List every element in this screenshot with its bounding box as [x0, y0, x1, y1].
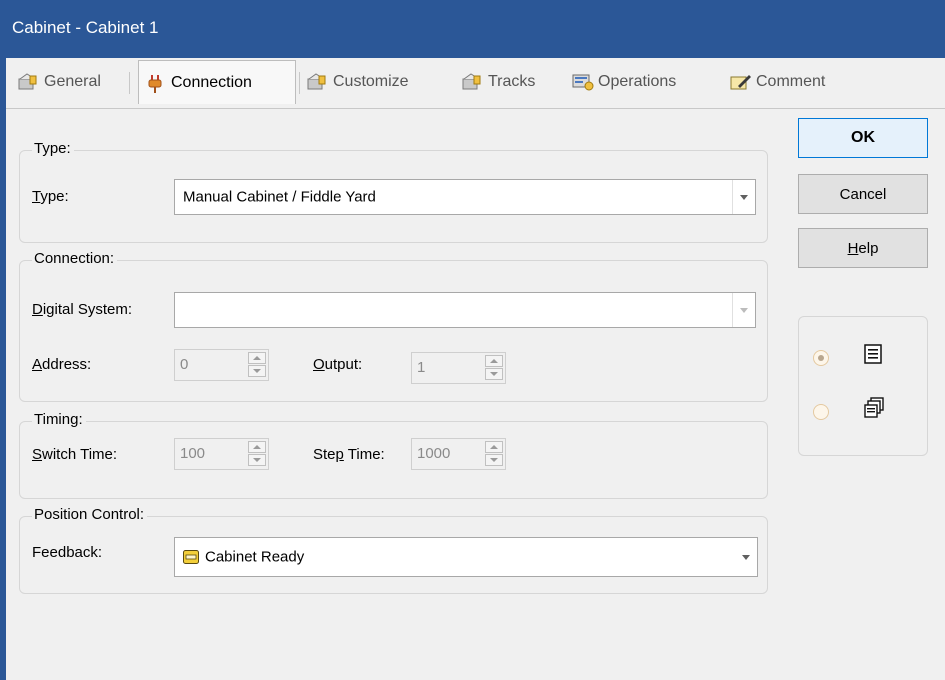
multi-window-radio[interactable]	[813, 404, 829, 420]
tab-separator	[299, 72, 300, 94]
help-button[interactable]: Help	[798, 228, 928, 268]
spin-down-icon[interactable]	[248, 454, 266, 466]
chevron-down-icon[interactable]	[735, 538, 757, 576]
switch-time-value: 100	[180, 445, 206, 462]
output-value: 1	[417, 359, 426, 376]
type-group-title: Type:	[32, 140, 74, 157]
type-dropdown[interactable]: Manual Cabinet / Fiddle Yard	[174, 179, 756, 215]
address-value: 0	[180, 356, 189, 373]
step-time-value: 1000	[417, 445, 451, 462]
list-view-icon	[863, 344, 883, 364]
type-label: Type:	[32, 188, 69, 205]
spin-up-icon[interactable]	[485, 441, 503, 453]
general-icon	[18, 73, 38, 91]
tab-comment[interactable]: Comment	[730, 62, 825, 102]
address-label: Address:	[32, 356, 92, 373]
operations-icon	[572, 73, 594, 91]
switch-time-stepper-buttons	[248, 441, 266, 467]
switch-time-stepper[interactable]: 100	[174, 438, 269, 470]
tab-connection[interactable]: Connection	[138, 60, 296, 104]
feedback-label: Feedback:	[32, 544, 103, 561]
tab-operations-label: Operations	[598, 73, 677, 90]
customize-icon	[307, 73, 327, 91]
step-time-stepper[interactable]: 1000	[411, 438, 506, 470]
type-dropdown-value: Manual Cabinet / Fiddle Yard	[183, 188, 376, 206]
spin-down-icon[interactable]	[485, 368, 503, 380]
feedback-dropdown-value: Cabinet Ready	[205, 548, 305, 566]
tab-connection-label: Connection	[171, 73, 252, 91]
title-bar: Cabinet - Cabinet 1	[0, 0, 945, 58]
digital-system-label: Digital System:	[32, 301, 133, 318]
tab-general-label: General	[44, 73, 101, 90]
feedback-sensor-icon	[183, 550, 199, 564]
output-label: Output:	[313, 356, 363, 373]
spin-down-icon[interactable]	[248, 365, 266, 377]
multi-window-icon	[863, 397, 885, 419]
spin-up-icon[interactable]	[485, 355, 503, 367]
timing-group: Timing:	[19, 411, 768, 499]
ok-button[interactable]: OK	[798, 118, 928, 158]
output-stepper-buttons	[485, 355, 503, 381]
cancel-button[interactable]: Cancel	[798, 174, 928, 214]
tab-operations[interactable]: Operations	[572, 62, 676, 102]
view-options-panel	[798, 316, 928, 456]
tab-comment-label: Comment	[756, 73, 826, 90]
tab-customize[interactable]: Customize	[307, 62, 409, 102]
spin-up-icon[interactable]	[248, 441, 266, 453]
tab-tracks[interactable]: Tracks	[462, 62, 535, 102]
address-stepper-buttons	[248, 352, 266, 378]
tracks-icon	[462, 73, 482, 91]
position-control-group-title: Position Control:	[32, 506, 148, 523]
timing-group-title: Timing:	[32, 411, 86, 428]
chevron-down-icon[interactable]	[732, 293, 755, 327]
plug-icon	[145, 74, 165, 93]
tab-customize-label: Customize	[333, 73, 409, 90]
list-view-radio[interactable]	[813, 350, 829, 366]
dialog-content: General Connection Customize Tracks Oper…	[6, 58, 945, 680]
step-time-label: Step Time:	[313, 446, 385, 463]
digital-system-dropdown[interactable]	[174, 292, 756, 328]
window-title: Cabinet - Cabinet 1	[12, 18, 159, 37]
switch-time-label: Switch Time:	[32, 446, 118, 463]
tab-strip: General Connection Customize Tracks Oper…	[6, 58, 945, 109]
tab-tracks-label: Tracks	[488, 73, 536, 90]
tab-general[interactable]: General	[18, 62, 101, 102]
tab-separator	[129, 72, 130, 94]
spin-down-icon[interactable]	[485, 454, 503, 466]
address-stepper[interactable]: 0	[174, 349, 269, 381]
feedback-dropdown[interactable]: Cabinet Ready	[174, 537, 758, 577]
connection-group: Connection:	[19, 250, 768, 402]
step-time-stepper-buttons	[485, 441, 503, 467]
comment-icon	[730, 73, 751, 91]
output-stepper[interactable]: 1	[411, 352, 506, 384]
spin-up-icon[interactable]	[248, 352, 266, 364]
connection-group-title: Connection:	[32, 250, 118, 267]
chevron-down-icon[interactable]	[732, 180, 755, 214]
